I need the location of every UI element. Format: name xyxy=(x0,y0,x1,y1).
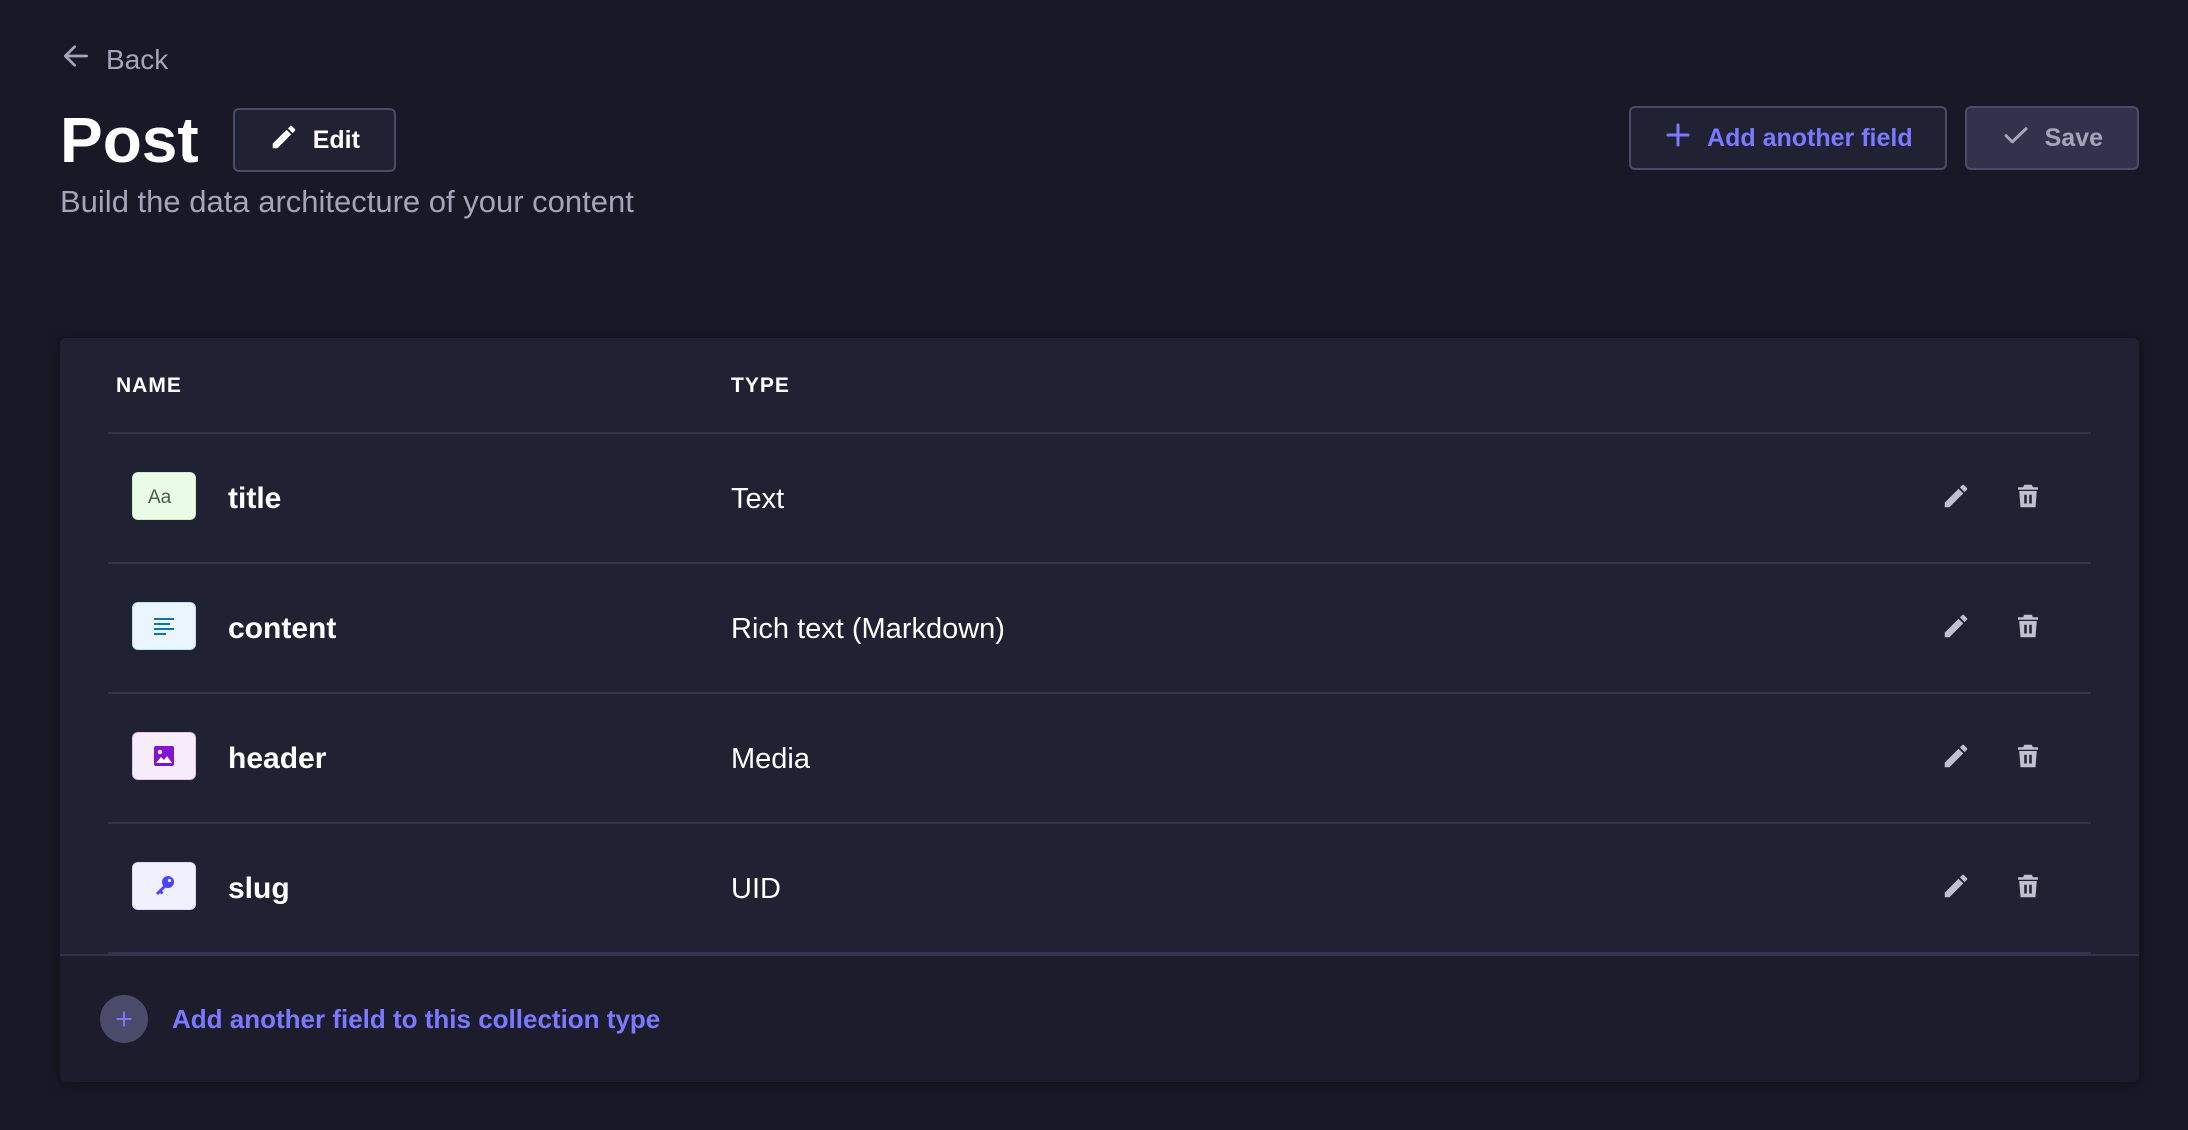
field-type: Text xyxy=(731,483,785,515)
uid-field-icon xyxy=(132,862,196,910)
trash-icon xyxy=(2013,741,2043,776)
pencil-icon xyxy=(1941,871,1971,906)
trash-icon xyxy=(2013,611,2043,646)
pencil-icon xyxy=(1941,741,1971,776)
plus-icon xyxy=(1663,120,1693,157)
delete-field-button[interactable] xyxy=(2011,481,2045,515)
field-name: title xyxy=(228,482,282,515)
column-header-type: TYPE xyxy=(731,374,790,397)
field-name: content xyxy=(228,612,337,645)
fields-table: NAME TYPE Aa title Text content Rich tex… xyxy=(60,338,2139,1082)
field-type: Media xyxy=(731,743,810,775)
add-another-field-button[interactable]: Add another field xyxy=(1629,106,1947,170)
media-field-icon xyxy=(132,732,196,780)
back-link[interactable]: Back xyxy=(60,40,168,79)
page-title: Post xyxy=(60,104,199,176)
save-label: Save xyxy=(2044,123,2103,152)
text-field-icon: Aa xyxy=(132,472,196,520)
add-field-footer-label: Add another field to this collection typ… xyxy=(172,1003,661,1034)
edit-button-label: Edit xyxy=(312,125,360,154)
check-icon xyxy=(2001,120,2031,157)
trash-icon xyxy=(2013,481,2043,516)
field-name: header xyxy=(228,742,327,775)
edit-field-button[interactable] xyxy=(1939,611,1973,645)
delete-field-button[interactable] xyxy=(2011,741,2045,775)
edit-field-button[interactable] xyxy=(1939,481,1973,515)
page-subtitle: Build the data architecture of your cont… xyxy=(60,184,634,219)
richtext-field-icon xyxy=(132,602,196,650)
header-actions: Add another field Save xyxy=(1629,106,2139,170)
plus-circle-icon xyxy=(100,995,148,1043)
table-row: content Rich text (Markdown) xyxy=(108,564,2091,694)
table-row: Aa title Text xyxy=(108,434,2091,564)
header-title-row: Post Edit xyxy=(60,104,396,176)
field-name: slug xyxy=(228,872,290,905)
pencil-icon xyxy=(269,122,299,159)
field-type: UID xyxy=(731,873,781,905)
edit-content-type-button[interactable]: Edit xyxy=(232,108,396,172)
back-label: Back xyxy=(106,43,169,75)
add-field-label: Add another field xyxy=(1707,123,1913,152)
delete-field-button[interactable] xyxy=(2011,611,2045,645)
content-type-builder-page: Back Post Edit Build the data architectu… xyxy=(0,0,2188,1130)
delete-field-button[interactable] xyxy=(2011,871,2045,905)
add-field-footer-button[interactable]: Add another field to this collection typ… xyxy=(60,954,2139,1082)
save-button[interactable]: Save xyxy=(1964,106,2139,170)
table-header: NAME TYPE xyxy=(108,338,2091,434)
column-header-name: NAME xyxy=(116,374,182,397)
field-type: Rich text (Markdown) xyxy=(731,613,1005,645)
pencil-icon xyxy=(1941,481,1971,516)
arrow-left-icon xyxy=(60,40,92,79)
table-row: slug UID xyxy=(108,824,2091,954)
table-row: header Media xyxy=(108,694,2091,824)
edit-field-button[interactable] xyxy=(1939,871,1973,905)
edit-field-button[interactable] xyxy=(1939,741,1973,775)
pencil-icon xyxy=(1941,611,1971,646)
trash-icon xyxy=(2013,871,2043,906)
svg-text:Aa: Aa xyxy=(148,487,172,508)
